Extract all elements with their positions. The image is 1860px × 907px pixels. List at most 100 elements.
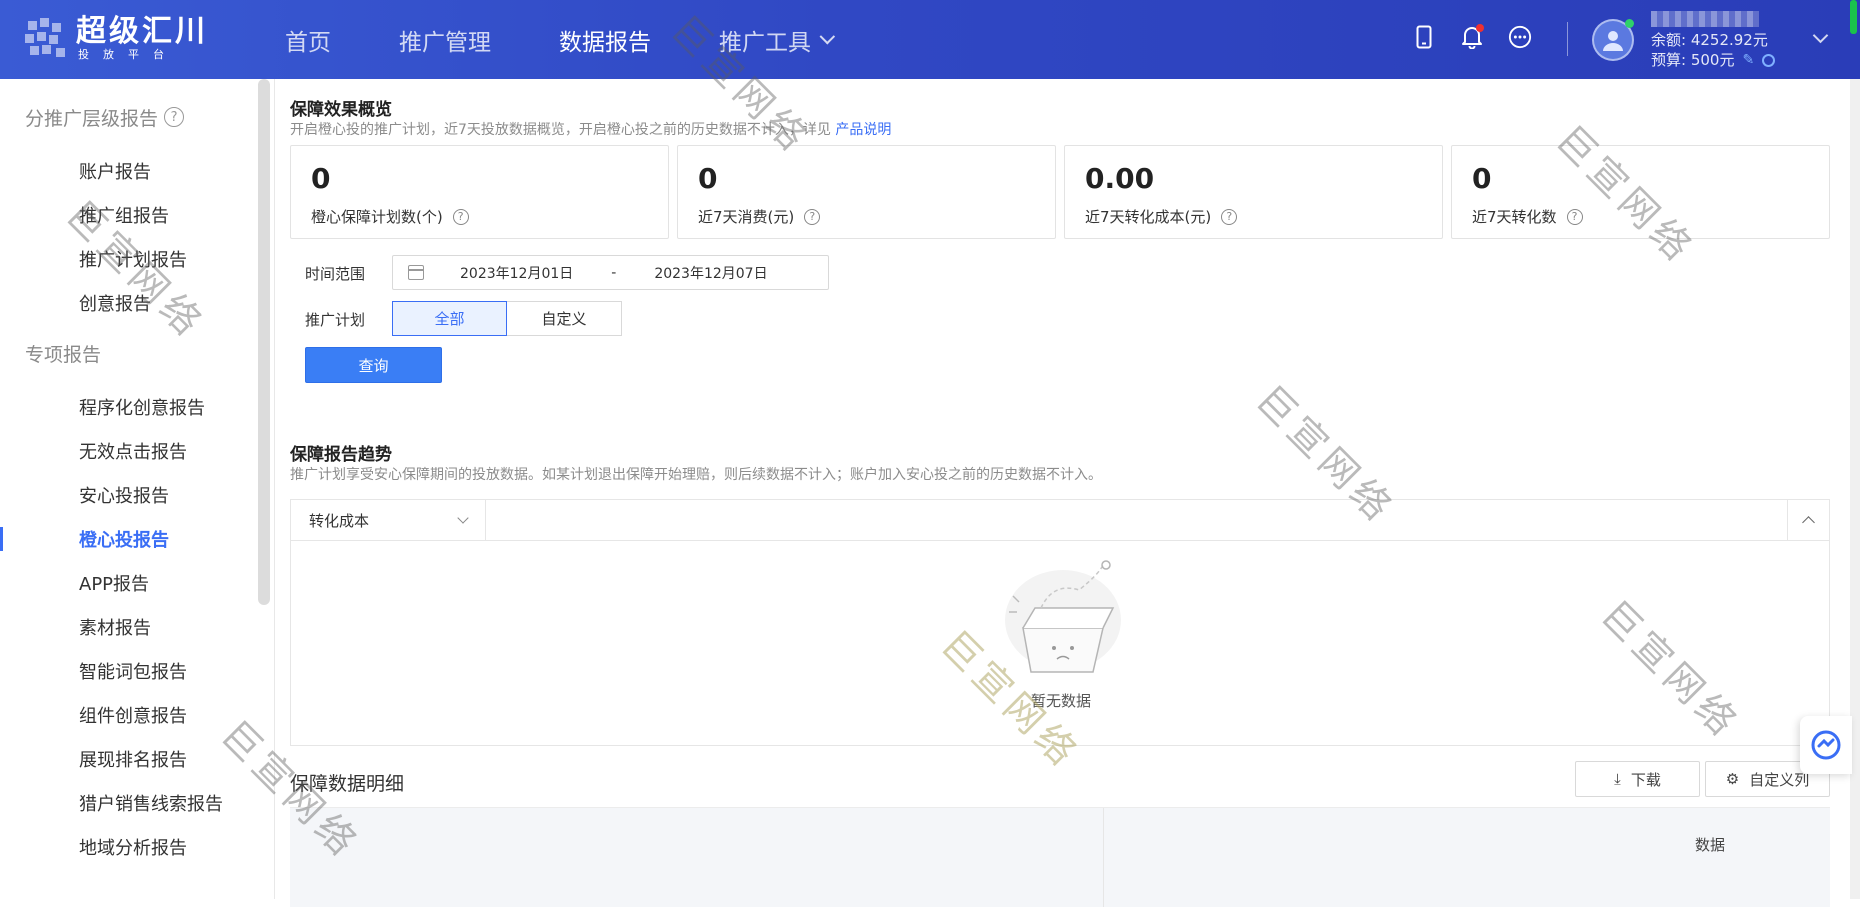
overview-title: 保障效果概览 — [290, 100, 392, 120]
online-status-dot — [1625, 19, 1634, 28]
calendar-icon — [408, 265, 424, 280]
budget-text: 预算: 500元 — [1651, 51, 1735, 69]
logo[interactable]: 超级汇川 投放平台 — [22, 14, 208, 64]
sidebar-item-region[interactable]: 地域分析报告 — [0, 825, 274, 869]
help-icon[interactable]: ? — [804, 208, 821, 225]
sidebar-item-plan-report[interactable]: 推广计划报告 — [0, 237, 274, 281]
help-icon[interactable]: ? — [1221, 208, 1238, 225]
sidebar-item-group-report[interactable]: 推广组报告 — [0, 193, 274, 237]
start-date[interactable]: 2023年12月01日 — [460, 263, 573, 283]
column-divider — [1103, 808, 1104, 907]
detail-title: 保障数据明细 — [290, 773, 405, 795]
date-range-picker[interactable]: 2023年12月01日 - 2023年12月07日 — [392, 255, 829, 290]
empty-text: 暂无数据 — [1030, 692, 1091, 710]
chevron-up-icon — [1802, 516, 1815, 529]
account-menu-chevron-icon[interactable] — [1812, 27, 1829, 44]
column-header-data: 数据 — [1695, 836, 1726, 854]
download-button[interactable]: ⤓ 下载 — [1575, 761, 1700, 797]
top-header: 超级汇川 投放平台 首页 推广管理 数据报告 推广工具 余额: 4252.92元 — [0, 0, 1860, 79]
metric-value: 0 — [698, 162, 718, 195]
mobile-icon[interactable] — [1412, 22, 1436, 52]
sidebar-item-creative-report[interactable]: 创意报告 — [0, 281, 274, 325]
metric-select[interactable]: 转化成本 — [291, 500, 486, 540]
page-scrollbar[interactable] — [1850, 79, 1860, 899]
logo-mark-icon — [22, 15, 70, 63]
download-icon: ⤓ — [1614, 770, 1621, 788]
sidebar-item-chengxin[interactable]: 橙心投报告 — [0, 517, 274, 561]
metric-label: 近7天消费(元) — [698, 208, 795, 226]
sidebar-item-account-report[interactable]: 账户报告 — [0, 149, 274, 193]
plan-all-button[interactable]: 全部 — [392, 301, 507, 336]
trend-chart-panel: 转化成本 暂无数据 — [290, 499, 1830, 746]
scroll-accent — [1850, 0, 1857, 34]
detail-table-header: 数据 — [290, 807, 1830, 907]
overview-desc-text: 开启橙心投的推广计划，近7天投放数据概览，开启橙心投之前的历史数据不计入，详见 — [290, 122, 831, 138]
download-label: 下载 — [1630, 770, 1661, 789]
sidebar-item-ranking[interactable]: 展现排名报告 — [0, 737, 274, 781]
help-icon[interactable]: ? — [452, 208, 469, 225]
edit-budget-icon[interactable]: ✎ — [1742, 50, 1754, 70]
overview-cards: 0 橙心保障计划数(个)? 0 近7天消费(元)? 0.00 近7天转化成本(元… — [290, 145, 1830, 239]
date-separator: - — [611, 264, 617, 281]
nav-home[interactable]: 首页 — [285, 23, 331, 57]
custom-columns-label: 自定义列 — [1749, 770, 1810, 789]
sidebar-item-anxin[interactable]: 安心投报告 — [0, 473, 274, 517]
sidebar-item-invalid-click[interactable]: 无效点击报告 — [0, 429, 274, 473]
metric-select-value: 转化成本 — [309, 511, 370, 530]
metric-card: 0 近7天消费(元)? — [677, 145, 1056, 239]
metric-value: 0.00 — [1085, 162, 1155, 195]
trend-desc: 推广计划享受安心保障期间的投放数据。如某计划退出保障开始理赔，则后续数据不计入；… — [290, 467, 1102, 483]
empty-box-icon — [1005, 560, 1121, 673]
sidebar-item-orion-leads[interactable]: 猎户销售线索报告 — [0, 781, 274, 825]
account-info: 余额: 4252.92元 预算: 500元 ✎ — [1651, 8, 1776, 70]
empty-state: 暂无数据 — [981, 560, 1141, 720]
metric-card: 0.00 近7天转化成本(元)? — [1064, 145, 1443, 239]
nav-promo-management[interactable]: 推广管理 — [399, 23, 491, 57]
trend-title: 保障报告趋势 — [290, 445, 392, 465]
sidebar-item-programmatic-creative[interactable]: 程序化创意报告 — [0, 385, 274, 429]
assistant-float-button[interactable] — [1800, 716, 1852, 774]
product-doc-link[interactable]: 产品说明 — [835, 122, 891, 138]
plan-custom-button[interactable]: 自定义 — [507, 301, 622, 336]
account-name-redacted — [1651, 11, 1759, 27]
main-content: 保障效果概览 开启橙心投的推广计划，近7天投放数据概览，开启橙心投之前的历史数据… — [275, 79, 1850, 907]
collapse-toggle[interactable] — [1787, 500, 1829, 540]
balance-text: 余额: 4252.92元 — [1651, 31, 1768, 49]
notification-bell-icon[interactable] — [1460, 22, 1484, 52]
clock-icon[interactable] — [1762, 53, 1776, 67]
sidebar-item-smart-keyword[interactable]: 智能词包报告 — [0, 649, 274, 693]
help-icon[interactable]: ? — [164, 107, 185, 127]
metric-card: 0 橙心保障计划数(个)? — [290, 145, 669, 239]
nav-promo-tools-label: 推广工具 — [719, 29, 811, 56]
more-options-icon[interactable] — [1508, 22, 1532, 52]
sidebar-item-component-creative[interactable]: 组件创意报告 — [0, 693, 274, 737]
end-date[interactable]: 2023年12月07日 — [654, 263, 767, 283]
metric-value: 0 — [1472, 162, 1492, 195]
chevron-down-icon — [457, 512, 469, 524]
logo-title: 超级汇川 — [76, 14, 208, 49]
metric-label: 近7天转化数 — [1472, 208, 1557, 226]
plan-label: 推广计划 — [305, 311, 366, 329]
sidebar-group-special-reports: 专项报告 — [25, 343, 102, 366]
sidebar-group-level-reports: 分推广层级报告 ? — [0, 95, 274, 139]
metric-label: 近7天转化成本(元) — [1085, 208, 1212, 226]
sidebar-group-label: 分推广层级报告 — [25, 107, 159, 130]
plan-segmented-control: 全部 自定义 — [392, 301, 622, 336]
logo-subtitle: 投放平台 — [78, 48, 178, 61]
main-nav: 首页 推广管理 数据报告 推广工具 — [285, 0, 898, 79]
nav-data-report[interactable]: 数据报告 — [559, 23, 651, 57]
sidebar: 分推广层级报告 ? 账户报告 推广组报告 推广计划报告 创意报告 专项报告 程序… — [0, 79, 275, 899]
sidebar-item-material[interactable]: 素材报告 — [0, 605, 274, 649]
overview-desc: 开启橙心投的推广计划，近7天投放数据概览，开启橙心投之前的历史数据不计入，详见 … — [290, 119, 891, 139]
metric-value: 0 — [311, 162, 331, 195]
sidebar-item-app[interactable]: APP报告 — [0, 561, 274, 605]
header-divider — [1567, 22, 1568, 56]
time-range-label: 时间范围 — [305, 265, 366, 283]
metric-card: 0 近7天转化数? — [1451, 145, 1830, 239]
chevron-down-icon — [819, 28, 836, 45]
query-button[interactable]: 查询 — [305, 347, 442, 383]
gear-icon: ⚙ — [1725, 770, 1740, 788]
help-icon[interactable]: ? — [1566, 208, 1583, 225]
sidebar-scrollbar[interactable] — [258, 79, 270, 605]
nav-promo-tools[interactable]: 推广工具 — [719, 23, 836, 57]
